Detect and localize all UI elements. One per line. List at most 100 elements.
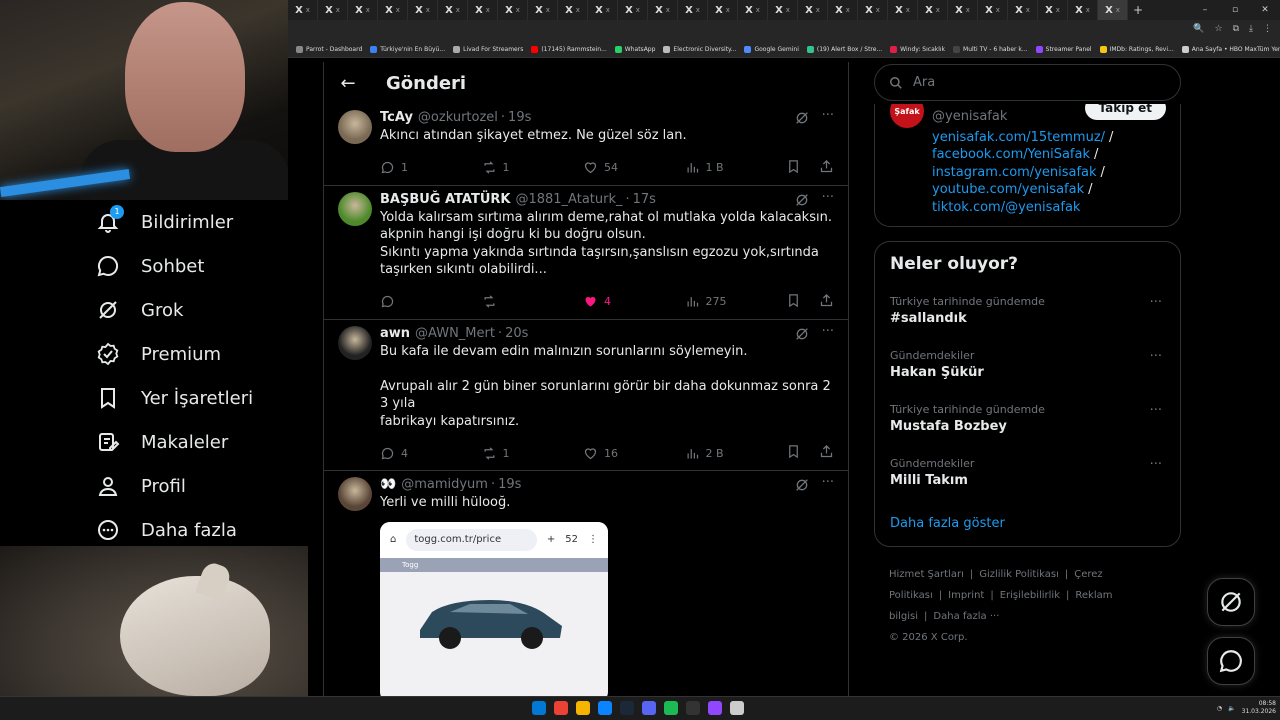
share-button[interactable]: [819, 159, 834, 177]
tab-close-icon[interactable]: x: [606, 6, 610, 14]
tab-close-icon[interactable]: x: [936, 6, 940, 14]
tab-close-icon[interactable]: x: [696, 6, 700, 14]
bookmark-item[interactable]: Multi TV - 6 haber k...: [953, 46, 1028, 53]
browser-tab[interactable]: Xx: [738, 0, 768, 20]
grok-explain-icon[interactable]: [794, 110, 810, 126]
avatar[interactable]: [338, 477, 372, 511]
footer-link[interactable]: Gizlilik Politikası: [979, 569, 1059, 580]
browser-tab[interactable]: Xx: [378, 0, 408, 20]
like-button[interactable]: 54: [583, 160, 685, 175]
taskbar-app-icon[interactable]: [664, 701, 678, 715]
browser-tab[interactable]: Xx: [678, 0, 708, 20]
more-options-icon[interactable]: ···: [822, 190, 834, 205]
bookmark-item[interactable]: Windy: Sıcaklık: [890, 46, 945, 53]
maximize-button[interactable]: ▫: [1220, 0, 1250, 20]
browser-tab[interactable]: Xx: [528, 0, 558, 20]
tab-close-icon[interactable]: x: [426, 6, 430, 14]
trend-more-icon[interactable]: ···: [1150, 457, 1162, 472]
grok-explain-icon[interactable]: [794, 326, 810, 342]
nav-item-4[interactable]: Yer İşaretleri: [95, 376, 295, 420]
browser-tab[interactable]: Xx: [1098, 0, 1128, 20]
share-button[interactable]: [819, 293, 834, 311]
follow-button[interactable]: Takip et: [1084, 104, 1166, 120]
avatar[interactable]: [338, 191, 372, 226]
footer-link[interactable]: Daha fazla ···: [933, 611, 999, 622]
tab-close-icon[interactable]: x: [516, 6, 520, 14]
bookmark-item[interactable]: Parrot - Dashboard: [296, 46, 362, 53]
tab-close-icon[interactable]: x: [876, 6, 880, 14]
nav-item-0[interactable]: 1 Bildirimler: [95, 200, 295, 244]
browser-tab[interactable]: Xx: [288, 0, 318, 20]
bio-link[interactable]: tiktok.com/@yenisafak: [932, 200, 1080, 215]
reply-button[interactable]: 1: [380, 160, 482, 175]
browser-tab[interactable]: Xx: [588, 0, 618, 20]
tab-close-icon[interactable]: x: [1056, 6, 1060, 14]
more-options-icon[interactable]: ···: [822, 108, 834, 123]
bookmark-item[interactable]: (19) Alert Box / Stre...: [806, 46, 882, 53]
browser-tab[interactable]: Xx: [828, 0, 858, 20]
tab-close-icon[interactable]: x: [786, 6, 790, 14]
address-bar[interactable]: 🔍 ☆ ⧉ ⤓ ⋮: [288, 20, 1280, 42]
like-button[interactable]: 4: [583, 294, 685, 309]
menu-icon[interactable]: ⋮: [1263, 24, 1272, 34]
author-name[interactable]: TcAy: [380, 110, 413, 125]
tab-close-icon[interactable]: x: [996, 6, 1000, 14]
tab-close-icon[interactable]: x: [846, 6, 850, 14]
browser-tab[interactable]: Xx: [408, 0, 438, 20]
grok-explain-icon[interactable]: [794, 477, 810, 493]
close-window-button[interactable]: ✕: [1250, 0, 1280, 20]
nav-item-2[interactable]: Grok: [95, 288, 295, 332]
browser-tab[interactable]: Xx: [1068, 0, 1098, 20]
tab-close-icon[interactable]: x: [966, 6, 970, 14]
all-bookmarks[interactable]: Tüm Yer İşaretleri: [1257, 46, 1280, 53]
nav-item-3[interactable]: Premium: [95, 332, 295, 376]
bookmark-item[interactable]: Ana Sayfa • HBO Max: [1181, 46, 1257, 53]
repost-button[interactable]: 1: [482, 446, 584, 461]
trend-more-icon[interactable]: ···: [1150, 403, 1162, 418]
minimize-button[interactable]: –: [1190, 0, 1220, 20]
bio-link[interactable]: facebook.com/YeniSafak: [932, 147, 1090, 162]
like-button[interactable]: 16: [583, 446, 685, 461]
views-button[interactable]: 275: [685, 294, 787, 309]
tab-close-icon[interactable]: x: [906, 6, 910, 14]
browser-tab[interactable]: Xx: [438, 0, 468, 20]
taskbar-app-icon[interactable]: [598, 701, 612, 715]
volume-icon[interactable]: 🔈: [1228, 705, 1235, 712]
download-icon[interactable]: ⤓: [1249, 24, 1253, 34]
search-box[interactable]: Ara: [874, 64, 1181, 101]
bookmark-item[interactable]: (17145) Rammstein...: [531, 46, 607, 53]
tab-close-icon[interactable]: x: [1116, 6, 1120, 14]
tweet-time[interactable]: 20s: [505, 326, 528, 341]
author-handle[interactable]: @AWN_Mert: [415, 326, 495, 341]
share-button[interactable]: [819, 444, 834, 462]
browser-tab[interactable]: Xx: [1038, 0, 1068, 20]
nav-item-5[interactable]: Makaleler: [95, 420, 295, 464]
tweet[interactable]: TcAy @ozkurtozel · 19s ··· Akıncı atından şik…: [324, 104, 848, 186]
tab-close-icon[interactable]: x: [726, 6, 730, 14]
browser-tab[interactable]: Xx: [708, 0, 738, 20]
bio-link[interactable]: yenisafak.com/15temmuz/: [932, 130, 1105, 145]
author-handle[interactable]: @1881_Ataturk_: [515, 192, 622, 207]
bookmark-item[interactable]: Türkiye'nin En Büyü...: [370, 46, 445, 53]
clock[interactable]: 08:58 31.03.2026: [1242, 700, 1276, 716]
browser-tab[interactable]: Xx: [918, 0, 948, 20]
show-more-link[interactable]: Daha fazla göster: [890, 516, 1005, 531]
avatar[interactable]: [338, 325, 372, 360]
reply-button[interactable]: 4: [380, 446, 482, 461]
bookmark-item[interactable]: Electronic Diversity...: [663, 46, 736, 53]
bookmark-button[interactable]: [786, 293, 801, 311]
repost-button[interactable]: 1: [482, 160, 584, 175]
trend-item[interactable]: Türkiye tarihinde gündemde Mustafa Bozbey…: [890, 403, 1170, 434]
nav-item-6[interactable]: Profil: [95, 464, 295, 508]
views-button[interactable]: 1 B: [685, 160, 787, 175]
bookmark-item[interactable]: Streamer Panel: [1035, 46, 1092, 53]
nav-item-1[interactable]: Sohbet: [95, 244, 295, 288]
browser-tab[interactable]: Xx: [768, 0, 798, 20]
profile-handle[interactable]: @yenisafak: [932, 109, 1007, 124]
views-button[interactable]: 2 B: [685, 446, 787, 461]
tab-close-icon[interactable]: x: [336, 6, 340, 14]
tab-close-icon[interactable]: x: [396, 6, 400, 14]
footer-link[interactable]: Erişilebilirlik: [1000, 590, 1060, 601]
taskbar-app-icon[interactable]: [576, 701, 590, 715]
extensions-icon[interactable]: ⧉: [1233, 24, 1239, 34]
